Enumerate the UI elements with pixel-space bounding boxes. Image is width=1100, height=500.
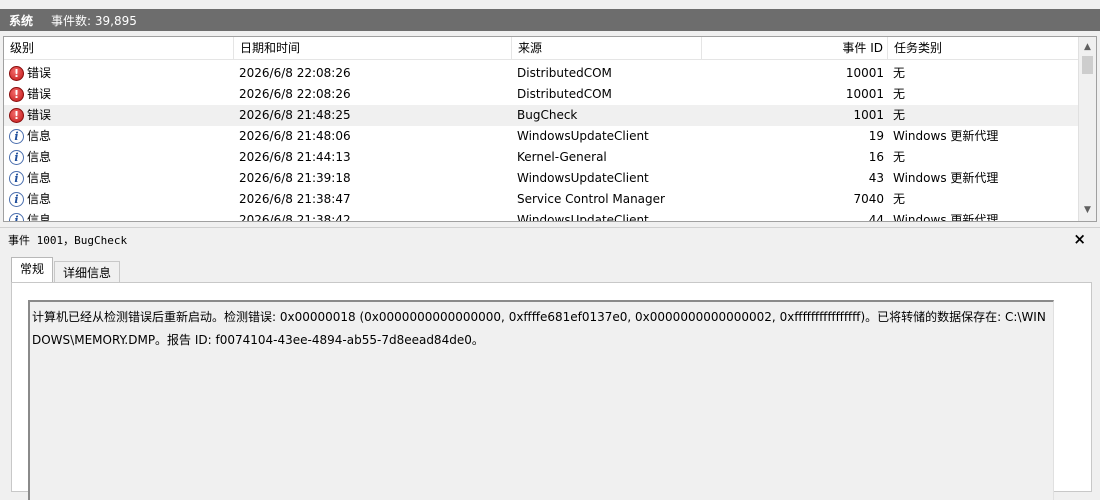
event-id-cell: 10001 [845, 66, 884, 80]
table-row[interactable]: i 信息 2026/6/8 21:39:18 WindowsUpdateClient 4… [4, 168, 1079, 189]
table-row[interactable]: ! 错误 2026/6/8 21:48:25 BugCheck 1001 无 [4, 105, 1079, 126]
tab-details[interactable]: 详细信息 [54, 261, 121, 282]
event-rows: ! 错误 2026/6/8 22:08:26 DistributedCOM 10001 无… [4, 63, 1079, 222]
level-cell: ! 错误 [9, 105, 234, 126]
event-id-cell: 10001 [845, 87, 884, 101]
general-panel: 计算机已经从检测错误后重新启动。检测错误: 0x00000018 (0x0000… [11, 282, 1092, 500]
info-icon: i [9, 213, 24, 221]
info-icon: i [9, 129, 24, 144]
column-header: 级别 日期和时间 来源 事件 ID 任务类别 [4, 37, 1079, 60]
detail-header: 事件 1001，BugCheck [0, 227, 1100, 251]
level-label: 错误 [27, 87, 52, 101]
error-icon: ! [9, 108, 24, 123]
log-title-bar: 系统 事件数: 39,895 [0, 9, 1100, 31]
table-row[interactable]: i 信息 2026/6/8 21:38:47 Service Control Mana… [4, 189, 1079, 210]
task-cell: 无 [893, 87, 906, 101]
level-label: 信息 [27, 192, 52, 206]
info-icon: i [9, 192, 24, 207]
date-cell: 2026/6/8 21:39:18 [239, 171, 351, 185]
level-label: 信息 [27, 171, 52, 185]
detail-tabs: 常规 详细信息 [11, 257, 121, 282]
task-cell: 无 [893, 192, 906, 206]
log-name: 系统 [9, 13, 34, 28]
event-message-box[interactable]: 计算机已经从检测错误后重新启动。检测错误: 0x00000018 (0x0000… [28, 300, 1054, 500]
detail-title: 事件 1001，BugCheck [8, 233, 128, 247]
level-cell: i 信息 [9, 210, 234, 222]
column-event-id[interactable]: 事件 ID [702, 37, 888, 60]
date-cell: 2026/6/8 22:08:26 [239, 87, 351, 101]
column-task[interactable]: 任务类别 [888, 37, 1079, 60]
task-cell: 无 [893, 108, 906, 122]
task-cell: 无 [893, 150, 906, 164]
column-source[interactable]: 来源 [512, 37, 702, 60]
event-id-cell: 19 [868, 129, 884, 143]
event-id-cell: 44 [868, 213, 884, 222]
level-cell: i 信息 [9, 189, 234, 210]
date-cell: 2026/6/8 21:48:25 [239, 108, 351, 122]
date-cell: 2026/6/8 22:08:26 [239, 66, 351, 80]
level-cell: ! 错误 [9, 63, 234, 84]
tab-general[interactable]: 常规 [11, 257, 54, 282]
level-cell: ! 错误 [9, 84, 234, 105]
error-icon: ! [9, 66, 24, 81]
level-cell: i 信息 [9, 147, 234, 168]
info-icon: i [9, 171, 24, 186]
level-label: 错误 [27, 66, 52, 80]
date-cell: 2026/6/8 21:38:47 [239, 192, 351, 206]
scroll-thumb[interactable] [1082, 56, 1093, 74]
info-icon: i [9, 150, 24, 165]
scroll-down-icon[interactable]: ▼ [1079, 202, 1096, 219]
level-label: 信息 [27, 129, 52, 143]
column-date[interactable]: 日期和时间 [234, 37, 512, 60]
date-cell: 2026/6/8 21:38:42 [239, 213, 351, 222]
task-cell: 无 [893, 66, 906, 80]
scroll-up-icon[interactable]: ▲ [1079, 39, 1096, 56]
event-id-cell: 1001 [853, 108, 884, 122]
event-list[interactable]: 级别 日期和时间 来源 事件 ID 任务类别 ! 错误 2026/6/8 22:08… [3, 36, 1097, 222]
table-row[interactable]: i 信息 2026/6/8 21:48:06 WindowsUpdateClient 1… [4, 126, 1079, 147]
top-gap [0, 0, 1100, 9]
event-message: 计算机已经从检测错误后重新启动。检测错误: 0x00000018 (0x0000… [32, 310, 1046, 347]
date-cell: 2026/6/8 21:44:13 [239, 150, 351, 164]
task-cell: Windows 更新代理 [893, 171, 999, 185]
table-row[interactable]: i 信息 2026/6/8 21:44:13 Kernel-General 16 无 [4, 147, 1079, 168]
level-label: 信息 [27, 213, 52, 222]
event-count: 事件数: 39,895 [51, 13, 137, 28]
event-id-cell: 43 [868, 171, 884, 185]
task-cell: Windows 更新代理 [893, 213, 999, 222]
vertical-scrollbar[interactable]: ▲ ▼ [1078, 37, 1096, 221]
table-row[interactable]: ! 错误 2026/6/8 22:08:26 DistributedCOM 10001 无 [4, 84, 1079, 105]
error-icon: ! [9, 87, 24, 102]
level-cell: i 信息 [9, 168, 234, 189]
close-icon[interactable]: × [1073, 229, 1086, 249]
event-id-cell: 16 [868, 150, 884, 164]
level-cell: i 信息 [9, 126, 234, 147]
level-label: 信息 [27, 150, 52, 164]
column-level[interactable]: 级别 [4, 37, 234, 60]
task-cell: Windows 更新代理 [893, 129, 999, 143]
event-id-cell: 7040 [853, 192, 884, 206]
level-label: 错误 [27, 108, 52, 122]
date-cell: 2026/6/8 21:48:06 [239, 129, 351, 143]
table-row[interactable]: i 信息 2026/6/8 21:38:42 WindowsUpdateClient 4… [4, 210, 1079, 222]
table-row[interactable]: ! 错误 2026/6/8 22:08:26 DistributedCOM 10001 无 [4, 63, 1079, 84]
